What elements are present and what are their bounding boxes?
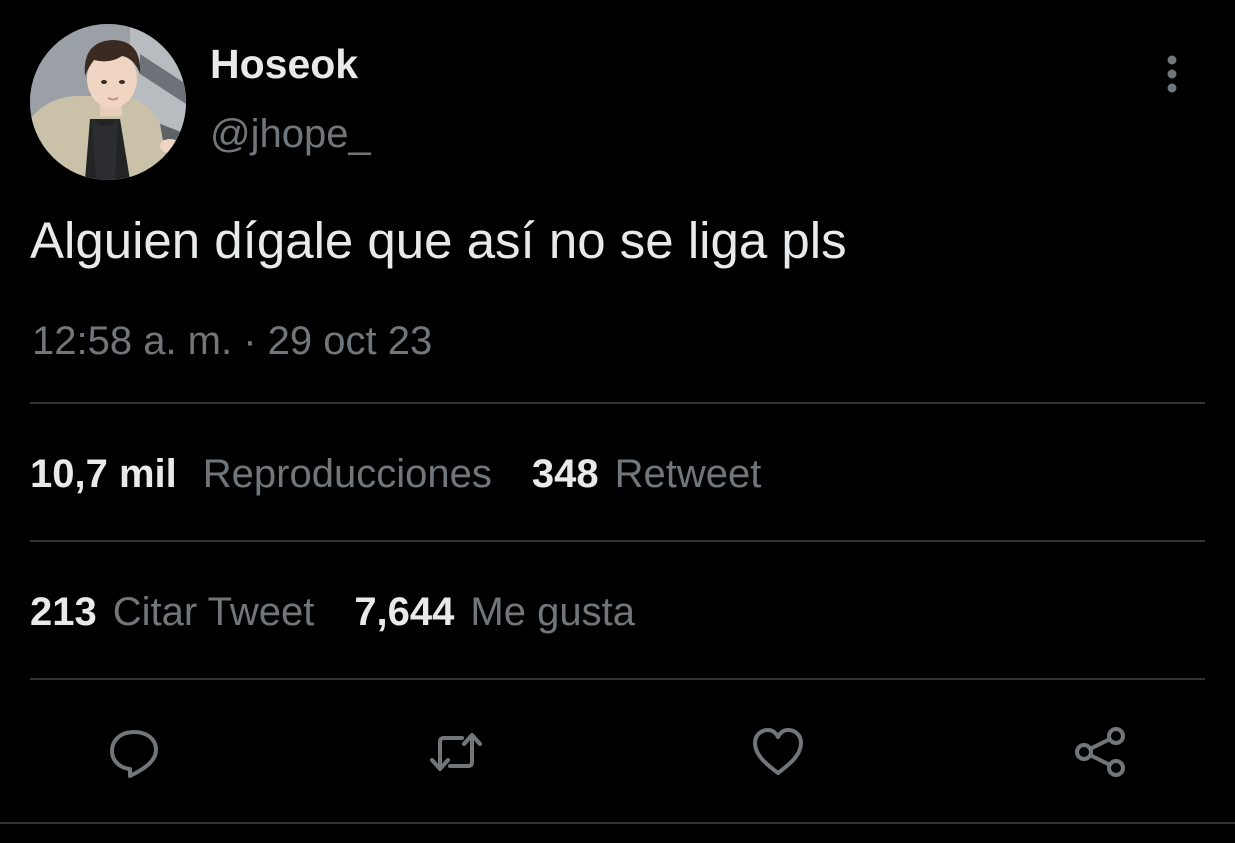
divider xyxy=(30,402,1205,404)
views-stat: 10,7 mil Reproducciones xyxy=(30,452,492,497)
likes-stat[interactable]: 7,644 Me gusta xyxy=(354,590,635,635)
retweet-icon xyxy=(430,733,482,771)
reply-icon xyxy=(110,730,158,778)
retweets-label: Retweet xyxy=(614,451,762,496)
likes-label: Me gusta xyxy=(470,589,635,634)
tweet-text: Alguien dígale que así no se liga pls xyxy=(30,212,847,269)
like-button[interactable] xyxy=(748,722,808,782)
tweet-timestamp[interactable]: 12:58 a. m. · 29 oct 23 xyxy=(32,316,432,366)
action-bar xyxy=(0,712,1235,792)
retweet-button[interactable] xyxy=(426,722,486,782)
heart-icon xyxy=(753,728,803,775)
reply-button[interactable] xyxy=(104,722,164,782)
more-vertical-icon xyxy=(1167,55,1177,93)
stats-row-quotes-likes: 213 Citar Tweet 7,644 Me gusta xyxy=(30,582,675,642)
stats-row-views-retweets: 10,7 mil Reproducciones 348 Retweet xyxy=(30,444,801,504)
quotes-count: 213 xyxy=(30,589,97,634)
views-label: Reproducciones xyxy=(202,451,492,496)
avatar-image xyxy=(30,24,186,180)
quotes-label: Citar Tweet xyxy=(112,589,315,634)
retweets-stat[interactable]: 348 Retweet xyxy=(532,452,762,497)
retweets-count: 348 xyxy=(531,451,599,496)
share-icon xyxy=(1075,727,1125,777)
divider xyxy=(30,540,1205,542)
author-handle[interactable]: @jhope_ xyxy=(210,110,371,158)
divider xyxy=(30,678,1205,680)
more-options-button[interactable] xyxy=(1150,52,1194,96)
views-count: 10,7 mil xyxy=(30,451,177,496)
likes-count: 7,644 xyxy=(354,589,455,634)
share-button[interactable] xyxy=(1070,722,1130,782)
avatar[interactable] xyxy=(30,24,186,180)
tweet-detail: Hoseok @jhope_ Alguien dígale que así no… xyxy=(0,0,1235,843)
divider xyxy=(0,822,1235,824)
quotes-stat[interactable]: 213 Citar Tweet xyxy=(30,590,314,635)
author-display-name[interactable]: Hoseok xyxy=(210,40,358,88)
